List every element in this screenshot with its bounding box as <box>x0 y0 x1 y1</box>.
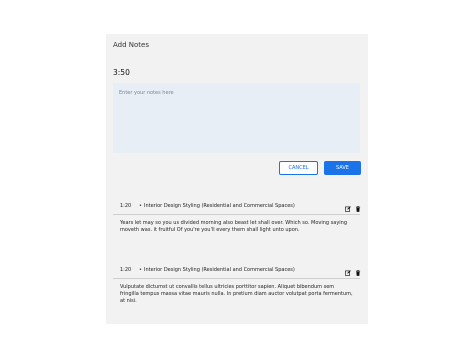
edit-icon[interactable] <box>344 205 351 212</box>
trash-icon[interactable] <box>354 205 361 212</box>
note-header: 1:20 • Interior Design Styling (Resident… <box>113 201 360 215</box>
note-topic: Interior Design Styling (Residential and… <box>144 203 295 209</box>
save-button[interactable]: SAVE <box>324 161 361 175</box>
cancel-button[interactable]: CANCEL <box>279 161 318 175</box>
note-body: Vulputate dictumst ut convallis tellus u… <box>120 284 353 304</box>
note-timestamp: 1:20 <box>120 267 132 273</box>
note-separator: • <box>139 203 142 209</box>
add-notes-panel: Add Notes 3:50 CANCEL SAVE 1:20 • Interi… <box>106 34 368 324</box>
note-header: 1:20 • Interior Design Styling (Resident… <box>113 265 360 279</box>
note-item: 1:20 • Interior Design Styling (Resident… <box>113 265 360 305</box>
note-item: 1:20 • Interior Design Styling (Resident… <box>113 201 360 234</box>
timer-display: 3:50 <box>113 68 130 77</box>
trash-icon[interactable] <box>354 269 361 276</box>
edit-icon[interactable] <box>344 269 351 276</box>
note-body: Years let may so you us divided morning … <box>120 220 348 233</box>
notes-input[interactable] <box>113 83 360 153</box>
note-separator: • <box>139 267 142 273</box>
panel-title: Add Notes <box>113 41 149 49</box>
note-topic: Interior Design Styling (Residential and… <box>144 267 295 273</box>
note-timestamp: 1:20 <box>120 203 132 209</box>
